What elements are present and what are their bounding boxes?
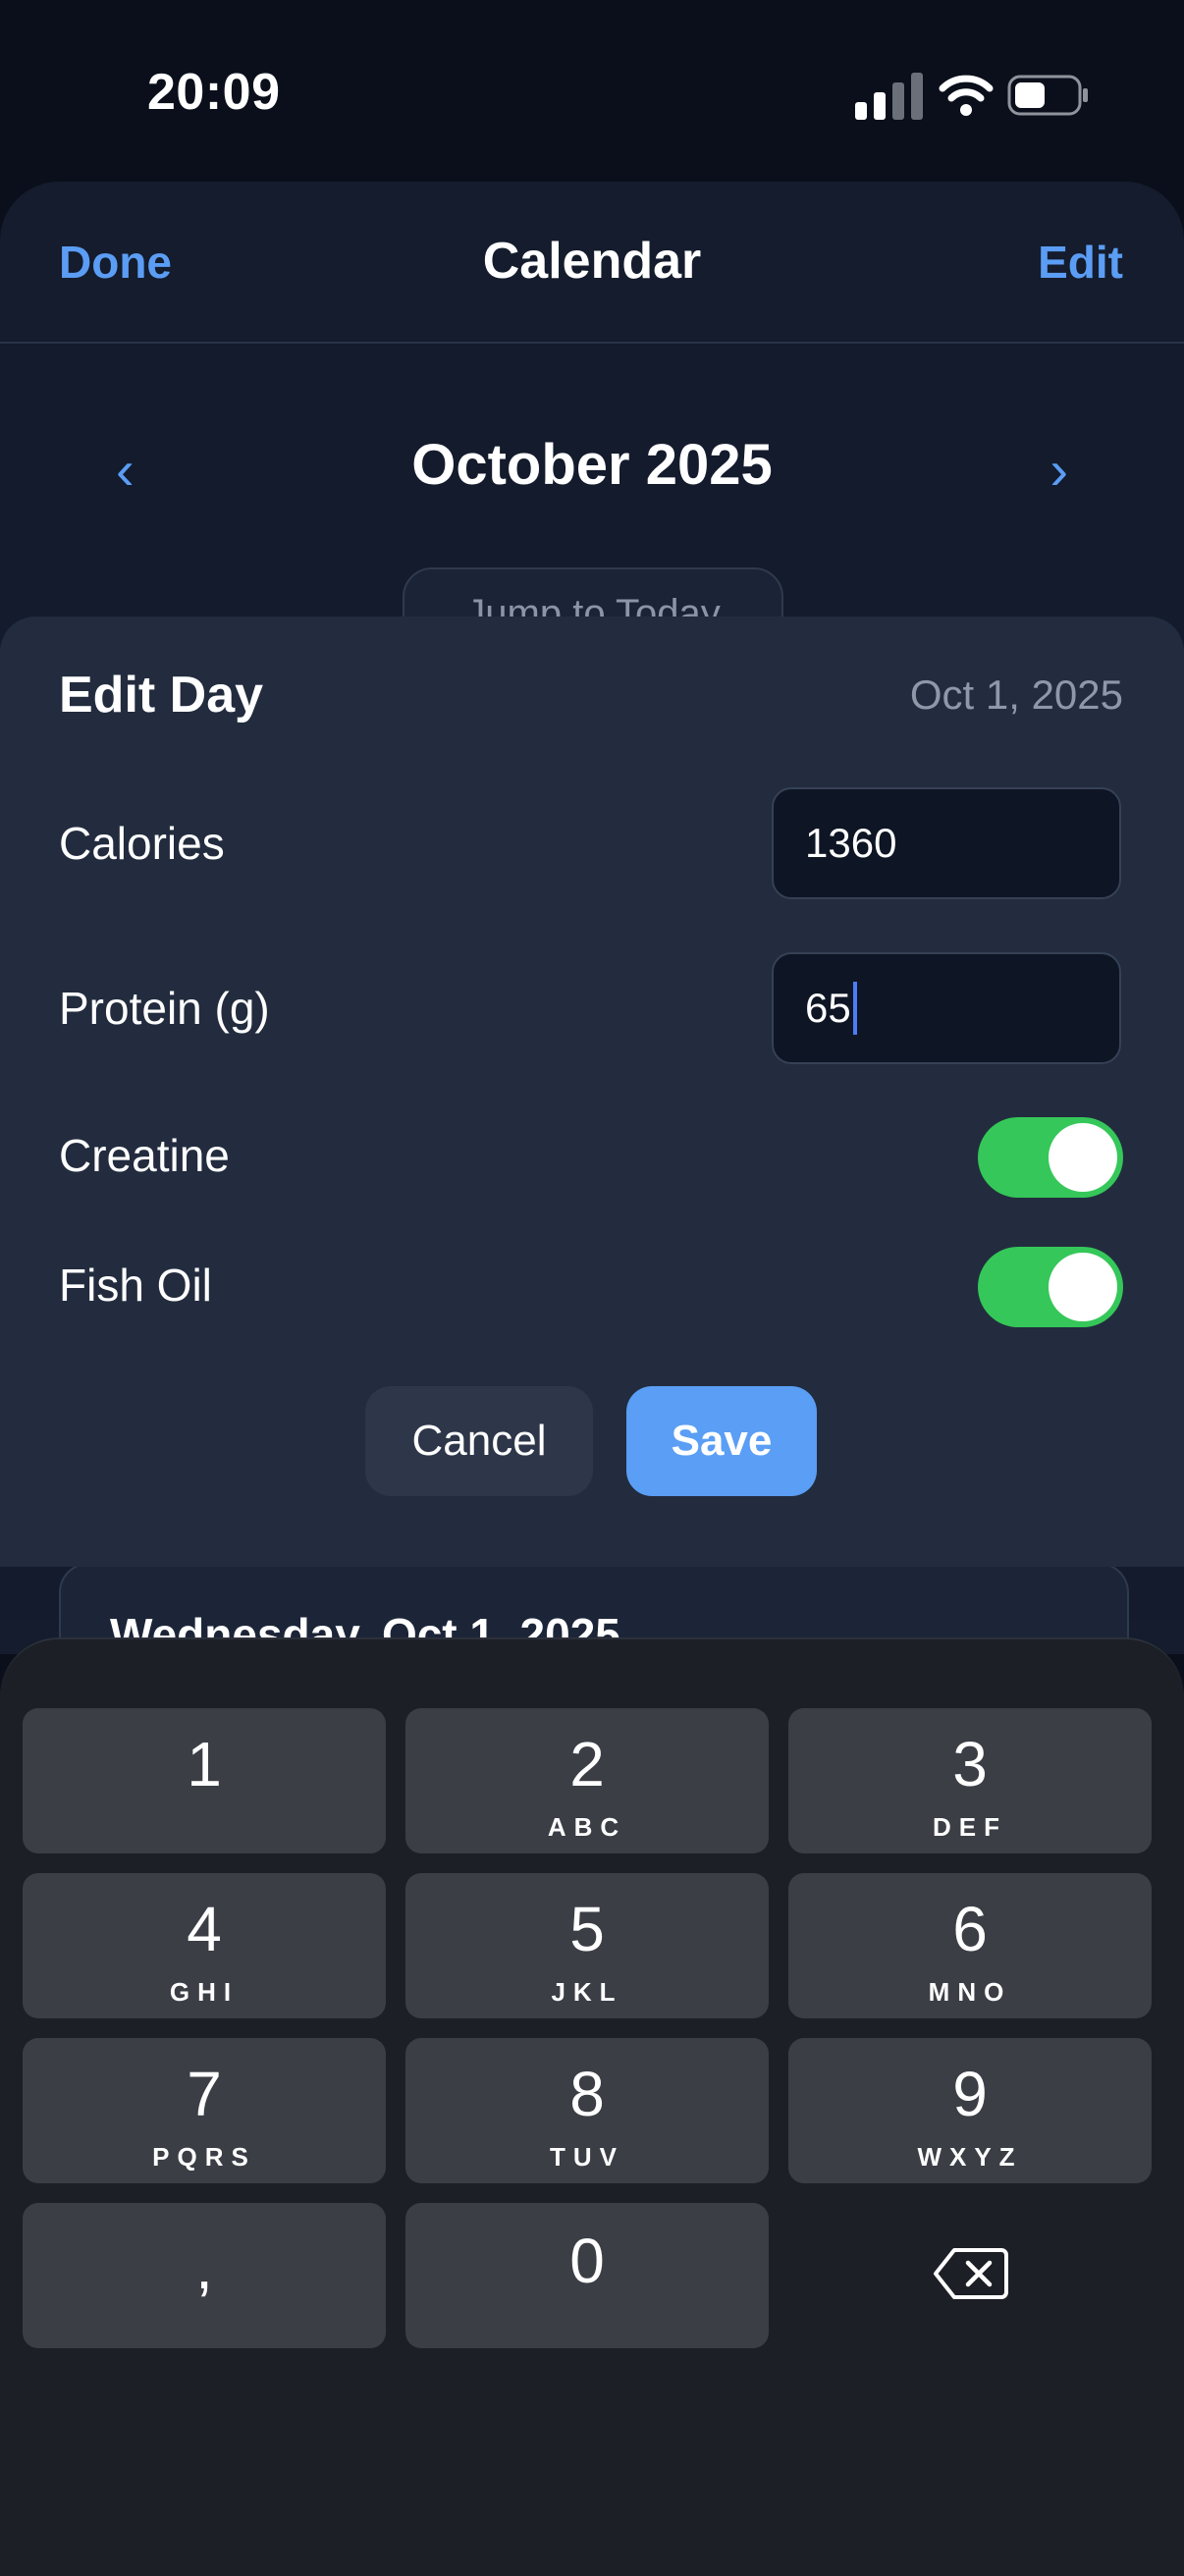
- fish-oil-toggle[interactable]: [978, 1247, 1123, 1327]
- key-letters: WXYZ: [917, 2142, 1023, 2172]
- key-number: 1: [187, 1729, 222, 1799]
- key-letters: PQRS: [152, 2142, 256, 2172]
- status-bar: 20:09: [0, 0, 1184, 187]
- key-number: 0: [569, 2226, 605, 2296]
- key-number: 3: [952, 1729, 988, 1799]
- edit-day-title: Edit Day: [59, 667, 264, 724]
- creatine-toggle[interactable]: [978, 1117, 1123, 1198]
- delete-backspace-icon[interactable]: [933, 2246, 1009, 2301]
- key-letters: MNO: [928, 1977, 1012, 2007]
- status-time: 20:09: [147, 64, 281, 121]
- key-5[interactable]: 5 JKL: [405, 1873, 769, 2018]
- fish-oil-label: Fish Oil: [59, 1260, 212, 1311]
- key-4[interactable]: 4 GHI: [23, 1873, 386, 2018]
- toggle-knob: [1049, 1253, 1117, 1321]
- key-9[interactable]: 9 WXYZ: [788, 2038, 1152, 2183]
- key-number: 4: [187, 1894, 222, 1964]
- key-8[interactable]: 8 TUV: [405, 2038, 769, 2183]
- creatine-label: Creatine: [59, 1130, 230, 1181]
- key-1[interactable]: 1: [23, 1708, 386, 1853]
- edit-day-date: Oct 1, 2025: [909, 671, 1123, 718]
- key-letters: TUV: [550, 2142, 624, 2172]
- protein-value: 65: [805, 985, 851, 1031]
- key-number: 5: [569, 1894, 605, 1964]
- key-letters: JKL: [551, 1977, 623, 2007]
- key-number: 7: [187, 2059, 222, 2129]
- key-6[interactable]: 6 MNO: [788, 1873, 1152, 2018]
- key-number: 2: [569, 1729, 605, 1799]
- month-title: October 2025: [411, 433, 773, 497]
- next-month-chevron-icon[interactable]: ›: [1049, 438, 1068, 502]
- calories-field[interactable]: 1360: [772, 787, 1121, 899]
- cancel-button[interactable]: Cancel: [365, 1386, 593, 1496]
- text-cursor: [852, 981, 857, 1035]
- calories-value: 1360: [805, 820, 897, 866]
- toggle-knob: [1049, 1123, 1117, 1192]
- protein-field[interactable]: 65: [772, 952, 1121, 1064]
- key-letters: GHI: [169, 1977, 240, 2007]
- key-letters: ABC: [547, 1812, 627, 1842]
- key-letters: DEF: [933, 1812, 1007, 1842]
- wifi-icon: [939, 75, 994, 116]
- key-3[interactable]: 3 DEF: [788, 1708, 1152, 1853]
- key-0[interactable]: 0: [405, 2203, 769, 2348]
- key-comma[interactable]: ,: [23, 2203, 386, 2348]
- battery-icon: [1007, 75, 1088, 116]
- key-number: ,: [195, 2231, 213, 2302]
- protein-label: Protein (g): [59, 983, 270, 1034]
- key-number: 8: [569, 2059, 605, 2129]
- key-number: 6: [952, 1894, 988, 1964]
- nav-title: Calendar: [482, 233, 702, 290]
- edit-button[interactable]: Edit: [1038, 236, 1123, 289]
- key-2[interactable]: 2 ABC: [405, 1708, 769, 1853]
- key-7[interactable]: 7 PQRS: [23, 2038, 386, 2183]
- cellular-signal-icon: [855, 73, 923, 120]
- calories-label: Calories: [59, 818, 225, 869]
- key-number: 9: [952, 2059, 988, 2129]
- save-button[interactable]: Save: [626, 1386, 817, 1496]
